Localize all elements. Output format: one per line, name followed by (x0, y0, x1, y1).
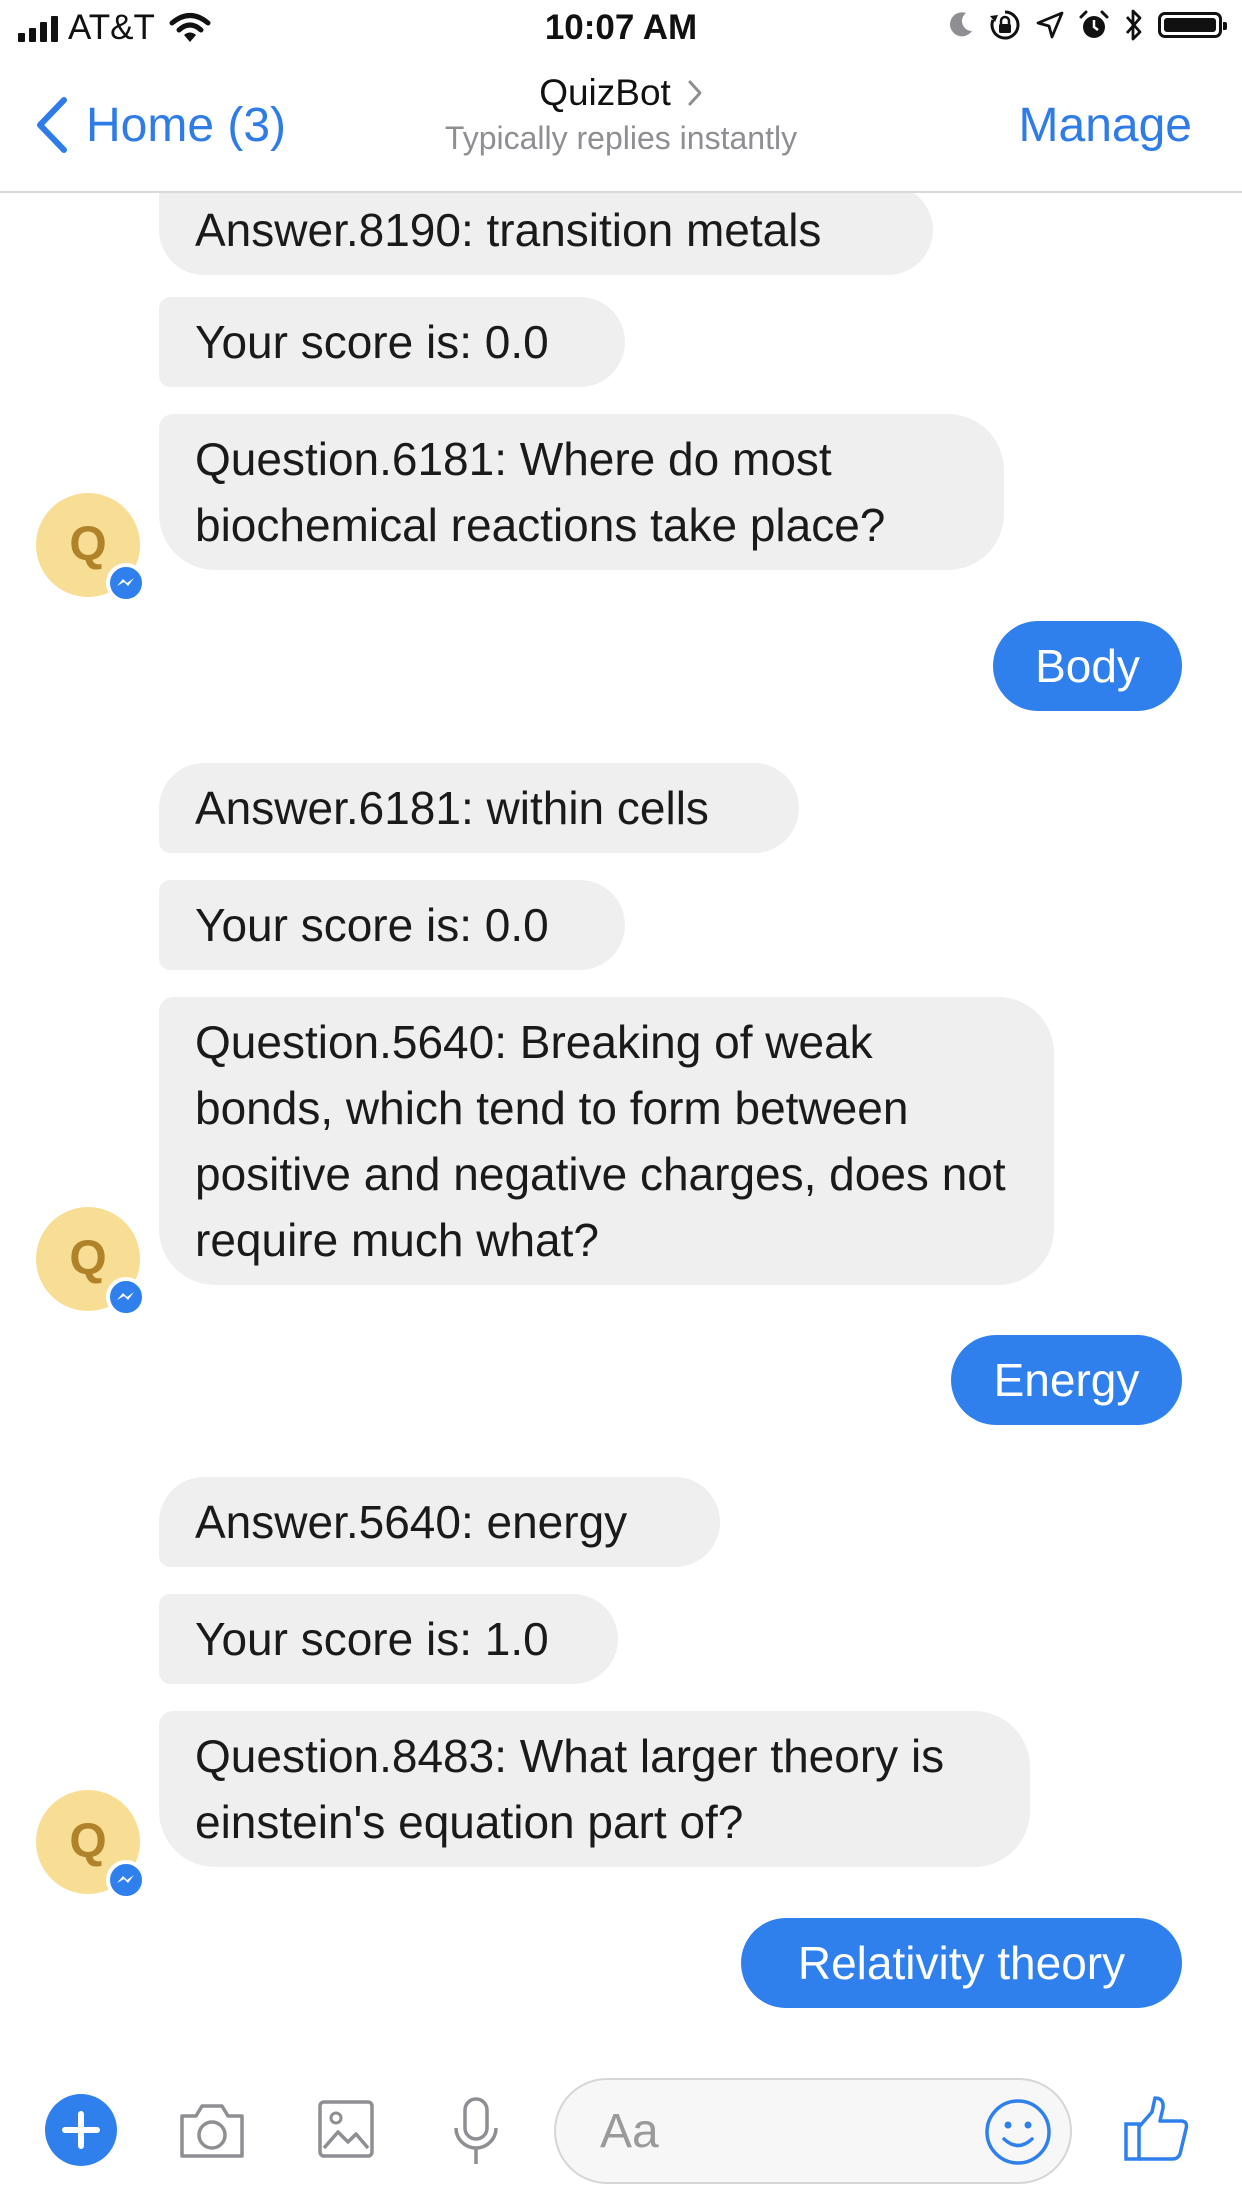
message-input-placeholder: Aa (600, 2105, 659, 2158)
message-bubble-outgoing: Body (993, 621, 1182, 711)
message-bubble: Your score is: 0.0 (159, 880, 625, 970)
message-input[interactable]: Aa (554, 2078, 1072, 2184)
microphone-icon (454, 2097, 498, 2164)
messenger-icon (106, 1277, 146, 1317)
like-button[interactable] (1122, 2094, 1192, 2169)
alarm-icon (1079, 10, 1109, 38)
emoji-button[interactable] (982, 2096, 1054, 2173)
message-bubble: Answer.5640: energy (159, 1477, 720, 1567)
message-bubble: Question.5640: Breaking of weak bonds, w… (159, 997, 1054, 1285)
plus-button[interactable] (45, 2094, 117, 2171)
bot-avatar: Q (36, 493, 146, 603)
message-bubble: Your score is: 0.0 (159, 297, 625, 387)
conversation-subtitle: Typically replies instantly (444, 120, 798, 156)
location-icon (1036, 11, 1064, 39)
message-bubble: Answer.8190: transition metals (159, 193, 933, 275)
orientation-lock-icon (990, 10, 1020, 40)
bot-avatar: Q (36, 1790, 146, 1900)
image-icon (318, 2100, 374, 2158)
message-bubble: Your score is: 1.0 (159, 1594, 618, 1684)
emoji-icon (985, 2099, 1051, 2165)
message-list[interactable]: Answer.8190: transition metals Your scor… (0, 193, 1242, 2048)
nav-bar: Home (3) QuizBot Typically replies insta… (0, 60, 1242, 193)
manage-button[interactable]: Manage (1019, 98, 1192, 153)
bluetooth-icon (1125, 9, 1142, 41)
message-bubble: Question.6181: Where do most biochemical… (159, 414, 1004, 570)
messenger-icon (106, 563, 146, 603)
conversation-header[interactable]: QuizBot Typically replies instantly (371, 72, 871, 157)
back-label: Home (3) (86, 98, 287, 152)
message-bubble-outgoing: Relativity theory (741, 1918, 1182, 2008)
voice-button[interactable] (450, 2096, 502, 2173)
plus-icon (45, 2094, 117, 2166)
camera-icon (180, 2104, 244, 2158)
message-bubble: Question.8483: What larger theory is ein… (159, 1711, 1030, 1867)
message-bubble: Answer.6181: within cells (159, 763, 799, 853)
status-bar: AT&T 10:07 AM (0, 0, 1242, 60)
bot-avatar: Q (36, 1207, 146, 1317)
chevron-right-icon (688, 80, 702, 106)
thumbs-up-icon (1124, 2096, 1189, 2161)
battery-icon (1158, 12, 1227, 38)
moon-icon (950, 12, 972, 37)
camera-button[interactable] (176, 2100, 248, 2167)
messenger-icon (106, 1860, 146, 1900)
composer-bar: Aa (0, 2052, 1242, 2208)
conversation-title: QuizBot (539, 72, 671, 113)
photo-button[interactable] (316, 2098, 376, 2165)
back-button[interactable]: Home (3) (34, 96, 286, 154)
message-bubble-outgoing: Energy (951, 1335, 1182, 1425)
chevron-left-icon (37, 97, 67, 153)
